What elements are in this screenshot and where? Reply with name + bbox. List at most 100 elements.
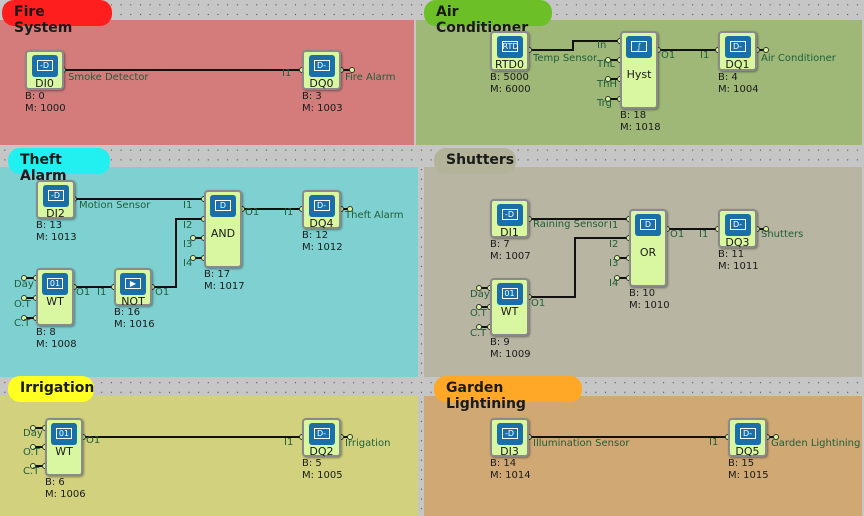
- pin-label: I1: [699, 229, 709, 240]
- block-name: WT: [55, 445, 73, 458]
- pin-label: O1: [76, 287, 91, 298]
- digital-output-icon: D-: [734, 423, 761, 445]
- block-name: Hyst: [626, 68, 652, 81]
- signal-label: Fire Alarm: [345, 72, 396, 83]
- digital-input-icon: -D: [496, 423, 523, 445]
- block-m-number: M: 1015: [728, 470, 769, 481]
- block-di2[interactable]: -D DI2: [36, 180, 75, 220]
- block-m-number: M: 1006: [45, 489, 86, 500]
- block-name: DQ3: [725, 236, 750, 249]
- block-b-number: B: 18: [620, 110, 647, 121]
- block-dq2[interactable]: D- DQ2: [302, 418, 341, 458]
- icon-glyph: D-: [313, 428, 330, 439]
- icon-glyph: ∫: [631, 41, 647, 52]
- block-name: DI0: [35, 77, 54, 90]
- and-gate-icon: D: [210, 195, 236, 217]
- icon-glyph: D-: [729, 41, 746, 52]
- weekly-timer-icon: 01: [51, 423, 77, 445]
- pin-label: I1: [97, 287, 107, 298]
- block-wt8[interactable]: 01 WT: [36, 268, 74, 326]
- block-hyst[interactable]: ∫ Hyst: [620, 31, 658, 109]
- rtd-icon: RTD: [496, 36, 523, 58]
- digital-output-icon: D-: [724, 36, 751, 58]
- signal-label: Air Conditioner: [761, 53, 836, 64]
- pin-label: I4: [609, 278, 619, 289]
- block-m-number: M: 1013: [36, 232, 77, 243]
- signal-label: Garden Lightining: [771, 438, 861, 449]
- block-dq1[interactable]: D- DQ1: [718, 31, 757, 71]
- pin-label: I3: [183, 239, 193, 250]
- digital-output-icon: D-: [724, 214, 751, 236]
- block-b-number: B: 5: [302, 458, 322, 469]
- block-name: DQ0: [309, 77, 334, 90]
- block-m-number: M: 1008: [36, 339, 77, 350]
- icon-glyph: D-: [729, 219, 746, 230]
- digital-input-icon: -D: [42, 185, 69, 207]
- wire: [529, 40, 620, 51]
- signal-label: Temp Sensor: [533, 53, 598, 64]
- pin-label: I1: [183, 200, 193, 211]
- not-gate-icon: ▶: [120, 273, 146, 295]
- block-m-number: M: 1010: [629, 300, 670, 311]
- icon-glyph: D: [215, 200, 231, 211]
- signal-label: Irrigation: [345, 438, 391, 449]
- icon-glyph: D-: [313, 200, 330, 211]
- block-di1[interactable]: -D DI1: [490, 199, 529, 239]
- block-dq4[interactable]: D- DQ4: [302, 190, 341, 230]
- block-wt6[interactable]: 01 WT: [45, 418, 83, 476]
- icon-glyph: -D: [501, 428, 518, 439]
- pin-label: O1: [86, 435, 101, 446]
- block-and[interactable]: D AND: [204, 190, 242, 268]
- block-dq0[interactable]: D- DQ0: [302, 50, 341, 90]
- block-name: WT: [500, 305, 519, 318]
- block-di3[interactable]: -D DI3: [490, 418, 529, 458]
- signal-label: Theft Alarm: [345, 210, 404, 221]
- block-or[interactable]: D OR: [629, 209, 667, 287]
- weekly-timer-icon: 01: [42, 273, 68, 295]
- icon-glyph: D-: [313, 60, 330, 71]
- block-name: DI2: [46, 207, 65, 220]
- block-name: DQ4: [309, 217, 334, 230]
- block-b-number: B: 16: [114, 307, 141, 318]
- block-m-number: M: 1016: [114, 319, 155, 330]
- pin-label: ThH: [597, 79, 617, 90]
- pin-label: C.T: [14, 318, 31, 329]
- block-rtd0[interactable]: RTD RTD0: [490, 31, 529, 71]
- icon-glyph: 01: [47, 278, 63, 289]
- pin-label: O1: [670, 229, 685, 240]
- block-b-number: B: 10: [629, 288, 656, 299]
- or-gate-icon: D: [635, 214, 661, 236]
- block-name: AND: [210, 227, 236, 240]
- pin-label: I1: [282, 68, 292, 79]
- block-di0[interactable]: -D DI0: [25, 50, 64, 90]
- block-m-number: M: 1012: [302, 242, 343, 253]
- block-b-number: B: 14: [490, 458, 517, 469]
- block-name: OR: [639, 246, 657, 259]
- block-dq3[interactable]: D- DQ3: [718, 209, 757, 249]
- block-m-number: M: 1017: [204, 281, 245, 292]
- block-name: DI1: [500, 226, 519, 239]
- wire: [152, 218, 204, 288]
- pin-label: I1: [709, 437, 719, 448]
- pin-label: Day: [14, 279, 34, 290]
- icon-glyph: 01: [56, 428, 72, 439]
- block-m-number: M: 1000: [25, 103, 66, 114]
- digital-output-icon: D-: [308, 55, 335, 77]
- block-wt9[interactable]: 01 WT: [490, 278, 529, 336]
- block-m-number: M: 1018: [620, 122, 661, 133]
- icon-glyph: ▶: [125, 278, 141, 289]
- icon-glyph: D-: [739, 428, 756, 439]
- pin-label: O1: [661, 50, 676, 61]
- block-m-number: M: 1004: [718, 84, 759, 95]
- block-b-number: B: 3: [302, 91, 322, 102]
- pin-label: I2: [609, 239, 619, 250]
- block-dq5[interactable]: D- DQ5: [728, 418, 767, 458]
- block-m-number: M: 6000: [490, 84, 531, 95]
- pin-label: O.T: [14, 299, 31, 310]
- block-not[interactable]: ▶ NOT: [114, 268, 152, 308]
- weekly-timer-icon: 01: [496, 283, 523, 305]
- pin-label: In: [597, 40, 607, 51]
- pin-label: O1: [531, 298, 546, 309]
- pin-label: I1: [284, 437, 294, 448]
- block-name: WT: [46, 295, 64, 308]
